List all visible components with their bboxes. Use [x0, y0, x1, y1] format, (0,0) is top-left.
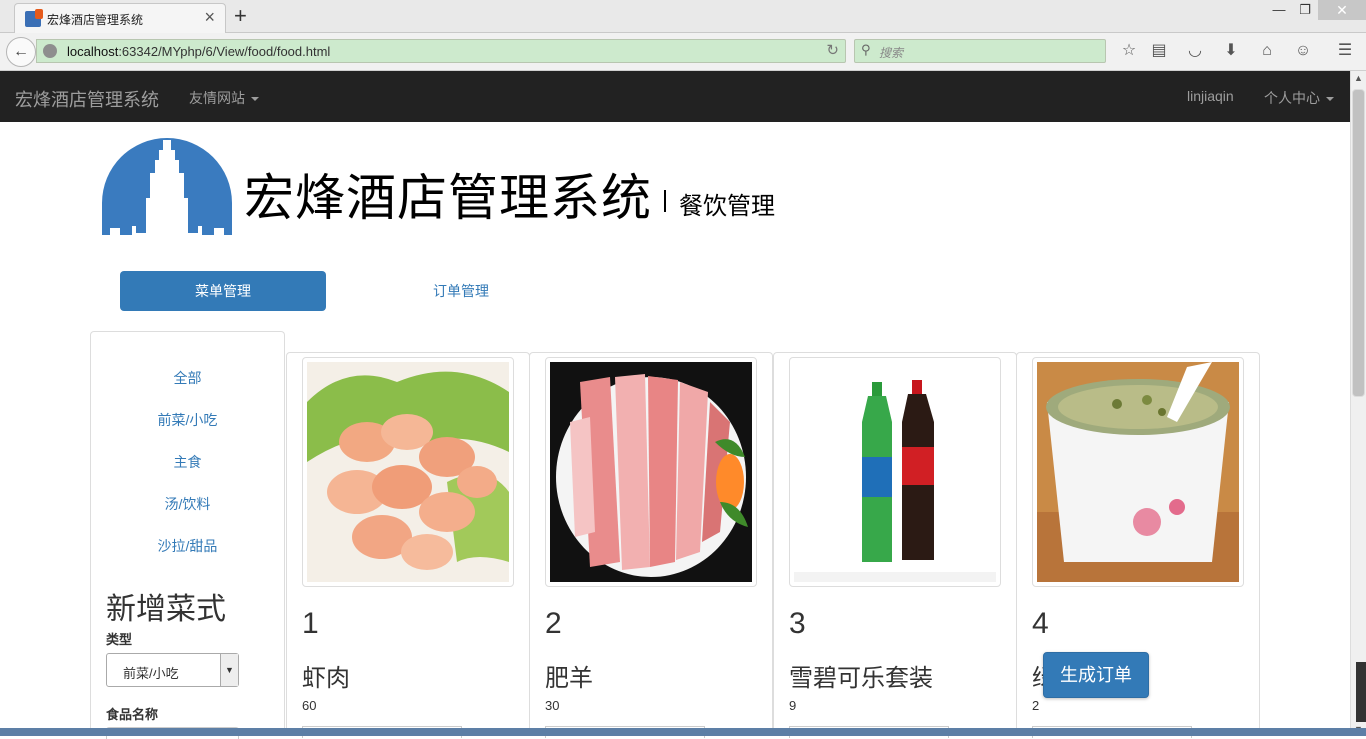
food-id: 1 — [302, 607, 319, 640]
home-icon[interactable]: ⌂ — [1256, 40, 1278, 62]
tab-title: 宏烽酒店管理系统 — [47, 13, 144, 27]
browser-tab-bar: 宏烽酒店管理系统 × + — ❐ ✕ — [0, 0, 1366, 33]
chat-icon[interactable]: ☺ — [1292, 40, 1314, 62]
food-price: 30 — [545, 698, 560, 713]
category-salad-dessert[interactable]: 沙拉/甜品 — [91, 536, 284, 556]
header-title: 宏烽酒店管理系统 — [244, 170, 652, 226]
type-select-value: 前菜/小吃 — [123, 666, 179, 681]
category-sidebar: 全部 前菜/小吃 主食 汤/饮料 沙拉/甜品 新增菜式 类型 前菜/小吃 ▼ 食… — [90, 331, 285, 739]
address-bar[interactable]: localhost:63342/MYphp/6/View/food/food.h… — [36, 39, 846, 63]
new-tab-icon[interactable]: + — [234, 3, 247, 29]
category-appetizer[interactable]: 前菜/小吃 — [91, 410, 284, 430]
header-divider — [664, 190, 666, 212]
menu-icon[interactable]: ☰ — [1334, 40, 1356, 62]
food-name: 肥羊 — [545, 665, 593, 692]
category-soup-drink[interactable]: 汤/饮料 — [91, 494, 284, 514]
tab-order-management[interactable]: 订单管理 — [380, 271, 542, 311]
food-image[interactable] — [1032, 357, 1244, 587]
food-id: 4 — [1032, 607, 1049, 640]
header-subtitle: 餐饮管理 — [679, 193, 775, 220]
category-all[interactable]: 全部 — [91, 368, 284, 388]
favicon-icon — [25, 9, 43, 27]
restore-icon[interactable]: ❐ — [1290, 0, 1320, 22]
app-navbar: 宏烽酒店管理系统 友情网站 linjiaqin 个人中心 — [0, 71, 1350, 122]
chevron-down-icon — [251, 97, 259, 102]
food-image[interactable] — [545, 357, 757, 587]
tab-menu-management[interactable]: 菜单管理 — [120, 271, 326, 311]
navbar-brand[interactable]: 宏烽酒店管理系统 — [15, 86, 159, 112]
pocket-icon[interactable]: ◡ — [1184, 40, 1206, 62]
generate-order-button[interactable]: 生成订单 — [1043, 652, 1149, 698]
username-link[interactable]: linjiaqin — [1187, 88, 1234, 104]
type-select[interactable]: 前菜/小吃 ▼ — [106, 653, 239, 687]
hotel-logo — [102, 138, 232, 235]
food-card: 2 肥羊 30 — [529, 352, 773, 738]
page-scrollbar[interactable]: ▲ ▼ — [1350, 71, 1366, 736]
bookmark-star-icon[interactable]: ☆ — [1118, 40, 1140, 62]
back-button[interactable]: ← — [6, 37, 36, 67]
side-widget[interactable] — [1356, 662, 1366, 722]
category-staple[interactable]: 主食 — [91, 452, 284, 472]
os-taskbar — [0, 728, 1366, 736]
chevron-down-icon[interactable]: ▼ — [220, 654, 238, 686]
food-price: 60 — [302, 698, 317, 713]
window-close-icon[interactable]: ✕ — [1318, 0, 1366, 20]
site-info-icon[interactable] — [43, 44, 57, 58]
download-icon[interactable]: ⬇ — [1220, 40, 1242, 62]
search-placeholder: 搜索 — [879, 46, 904, 60]
food-image[interactable] — [789, 357, 1001, 587]
food-image[interactable] — [302, 357, 514, 587]
food-price: 9 — [789, 698, 797, 713]
search-icon: ⚲ — [861, 42, 871, 57]
search-bar[interactable]: ⚲ 搜索 — [854, 39, 1106, 63]
browser-toolbar: ← localhost:63342/MYphp/6/View/food/food… — [0, 33, 1366, 71]
url-text[interactable]: localhost:63342/MYphp/6/View/food/food.h… — [67, 44, 330, 59]
food-id: 2 — [545, 607, 562, 640]
food-id: 3 — [789, 607, 806, 640]
type-label: 类型 — [106, 632, 133, 647]
reload-icon[interactable]: ↻ — [826, 41, 839, 59]
close-tab-icon[interactable]: × — [204, 7, 215, 28]
personal-center-dropdown[interactable]: 个人中心 — [1264, 88, 1334, 108]
reader-list-icon[interactable]: ▤ — [1148, 40, 1170, 62]
chevron-down-icon — [1326, 97, 1334, 102]
food-price: 2 — [1032, 698, 1040, 713]
new-dish-title: 新增菜式 — [106, 593, 226, 626]
food-name: 虾肉 — [302, 665, 350, 692]
scroll-up-icon[interactable]: ▲ — [1354, 73, 1363, 83]
scrollbar-thumb[interactable] — [1352, 89, 1365, 397]
food-card: 3 雪碧可乐套装 9 — [773, 352, 1017, 738]
food-name: 雪碧可乐套装 — [789, 665, 933, 692]
browser-tab[interactable]: 宏烽酒店管理系统 × — [14, 3, 226, 33]
food-card: 1 虾肉 60 — [286, 352, 530, 738]
food-name-label: 食品名称 — [106, 707, 159, 722]
friend-sites-dropdown[interactable]: 友情网站 — [189, 88, 259, 108]
